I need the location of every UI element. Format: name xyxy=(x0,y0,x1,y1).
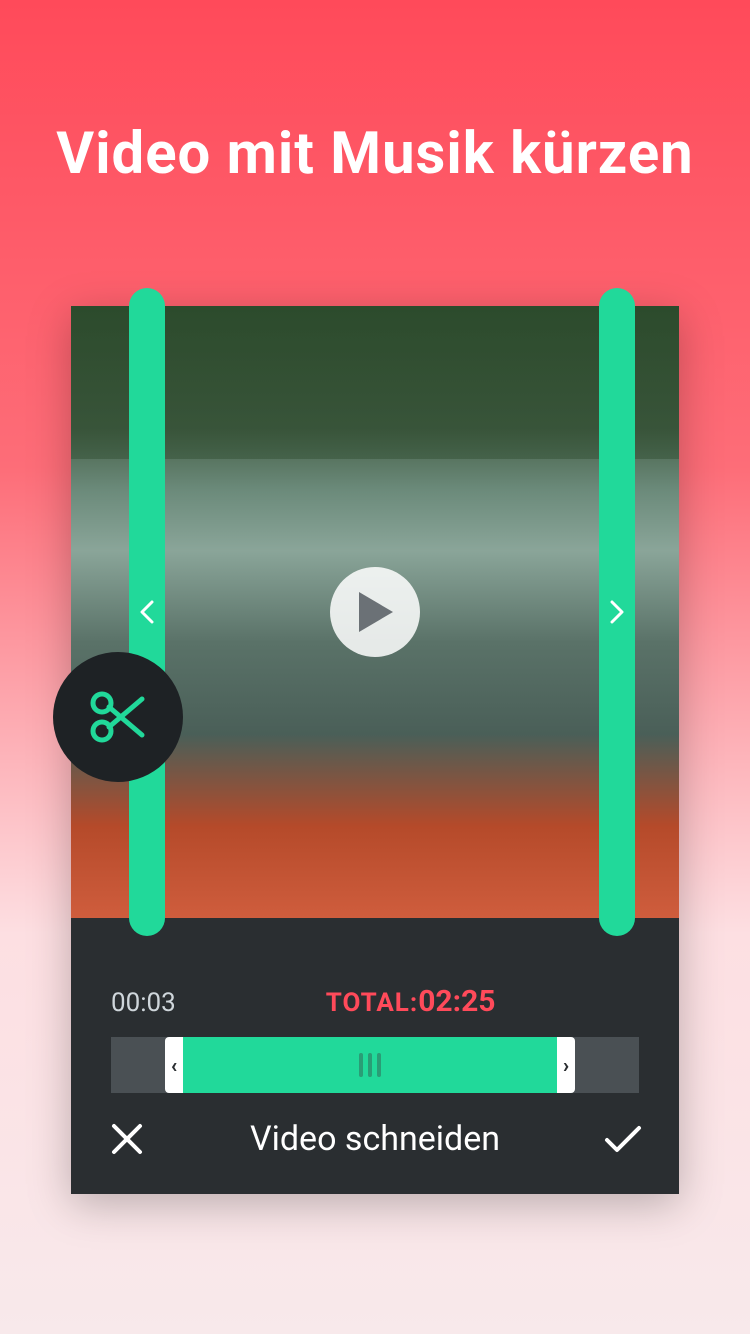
total-label: TOTAL: xyxy=(326,988,418,1018)
total-time: 02:25 xyxy=(418,984,495,1019)
confirm-button[interactable] xyxy=(599,1115,647,1163)
footer-title: Video schneiden xyxy=(250,1119,500,1159)
footer-bar: Video schneiden xyxy=(71,1084,679,1194)
play-icon xyxy=(357,592,393,632)
play-button[interactable] xyxy=(330,567,420,657)
trim-handle-left[interactable] xyxy=(129,288,165,936)
cut-badge[interactable] xyxy=(53,652,183,782)
chevron-left-icon xyxy=(140,600,154,624)
chevron-right-icon xyxy=(610,600,624,624)
trim-handle-right[interactable] xyxy=(599,288,635,936)
timeline-controls: 00:03 TOTAL:02:25 ‹ › xyxy=(71,918,679,1093)
grip-icon xyxy=(359,1053,381,1077)
cancel-button[interactable] xyxy=(103,1115,151,1163)
close-icon xyxy=(110,1122,144,1156)
page-title: Video mit Musik kürzen xyxy=(0,120,750,188)
total-time-group: TOTAL:02:25 xyxy=(326,984,496,1019)
check-icon xyxy=(603,1124,643,1154)
editor-panel: 00:03 TOTAL:02:25 ‹ › Video schneiden xyxy=(71,306,679,1194)
current-time: 00:03 xyxy=(111,988,176,1018)
time-row: 00:03 TOTAL:02:25 xyxy=(111,984,639,1019)
scissors-icon xyxy=(88,687,148,747)
